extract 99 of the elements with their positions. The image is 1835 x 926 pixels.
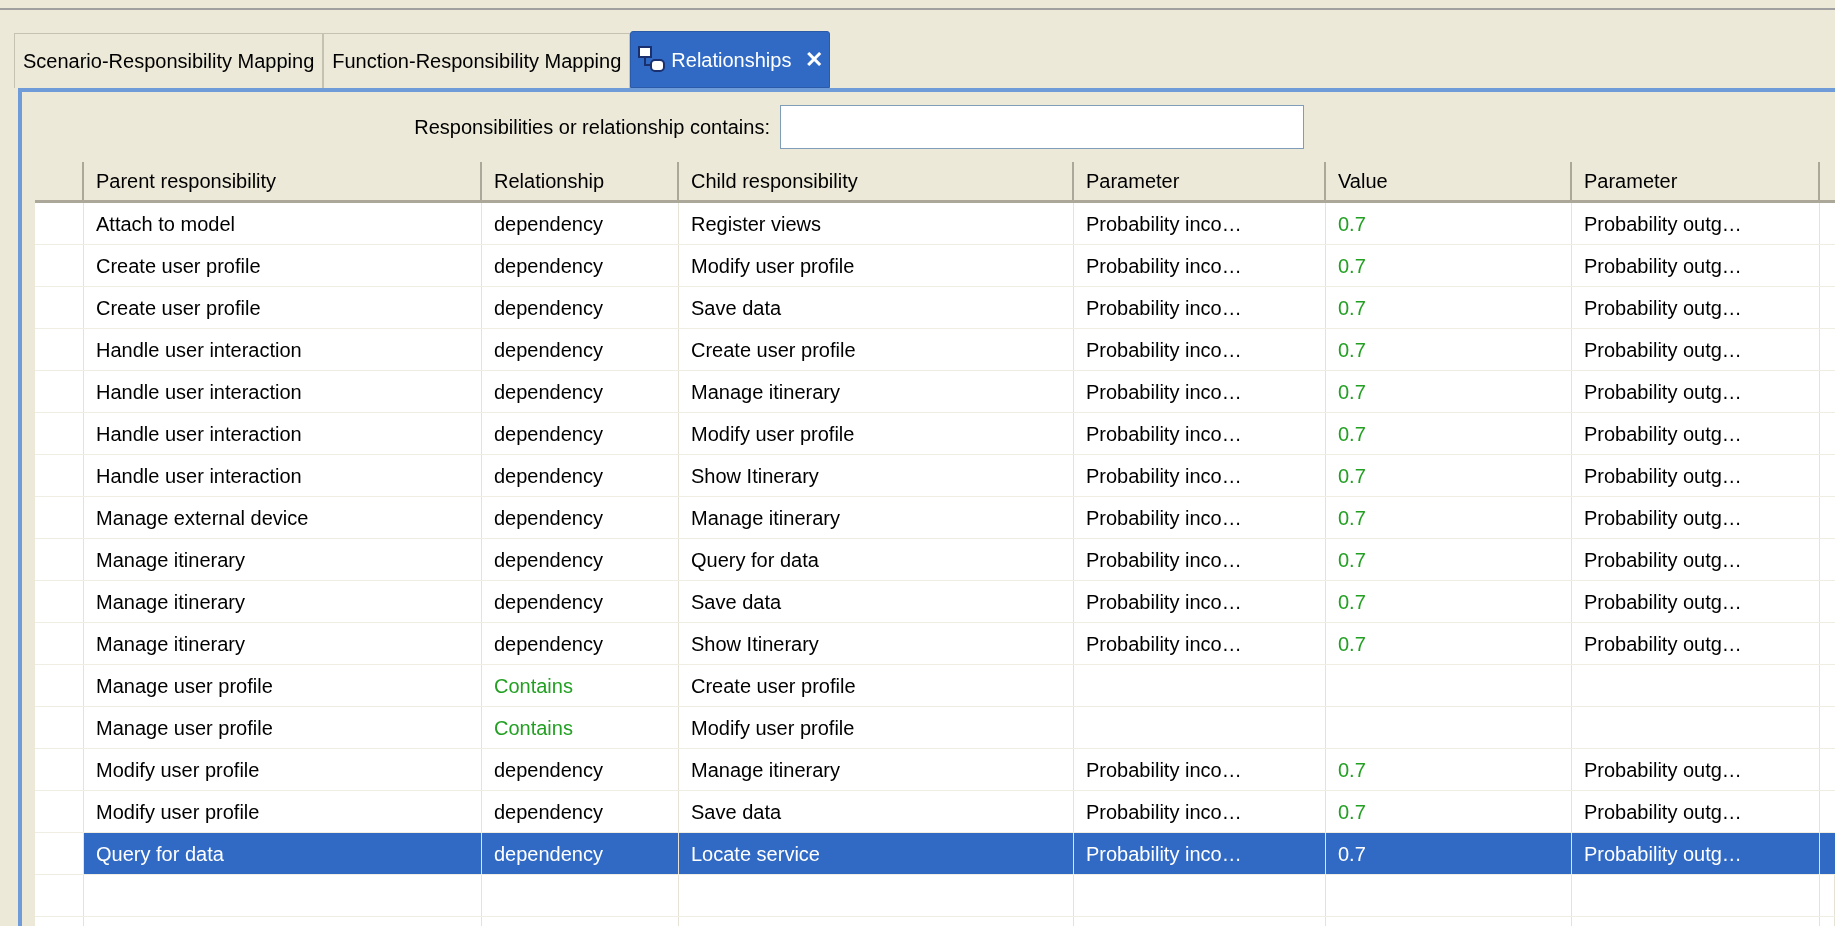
column-header[interactable]: Parent responsibility <box>84 162 482 200</box>
column-header[interactable]: Child responsibility <box>679 162 1074 200</box>
column-header[interactable]: Value <box>1326 162 1572 200</box>
tab[interactable]: Scenario-Responsibility Mapping <box>14 33 324 88</box>
table-cell: Save data <box>679 287 1074 328</box>
table-cell: Probability inco… <box>1074 203 1326 244</box>
table-row[interactable]: Manage external device dependency Manage itinerary Probability inco… 0.7 Probability outg… <box>35 497 1835 539</box>
table-cell: Manage itinerary <box>84 623 482 664</box>
table-cell: Probability inco… <box>1074 413 1326 454</box>
table-cell: 0.7 <box>1326 455 1572 496</box>
table-cell: Contains <box>482 707 679 748</box>
table-row[interactable]: Modify user profile dependency Manage itinerary Probability inco… 0.7 Probability outg… <box>35 749 1835 791</box>
column-header[interactable]: Parameter <box>1074 162 1326 200</box>
table-cell: dependency <box>482 455 679 496</box>
table-cell: 0.7 <box>1326 539 1572 580</box>
table-cell: Modify user profile <box>679 413 1074 454</box>
table-cell: Create user profile <box>679 329 1074 370</box>
table-cell: dependency <box>482 581 679 622</box>
table-row[interactable]: Handle user interaction dependency Show Itinerary Probability inco… 0.7 Probability outg… <box>35 455 1835 497</box>
table-cell: 0.7 <box>1326 203 1572 244</box>
close-icon[interactable]: ✕ <box>805 43 824 76</box>
table-cell: Probability inco… <box>1074 371 1326 412</box>
table-cell: 0.7 <box>1326 245 1572 286</box>
table-cell: Manage itinerary <box>84 581 482 622</box>
table-cell: Probability inco… <box>1074 539 1326 580</box>
table-cell: Handle user interaction <box>84 371 482 412</box>
table-cell: 0.7 <box>1326 371 1572 412</box>
table-cell: Manage external device <box>84 497 482 538</box>
table-cell: dependency <box>482 791 679 832</box>
table-cell: Probability inco… <box>1074 245 1326 286</box>
table-cell: 0.7 <box>1326 329 1572 370</box>
table-cell: Handle user interaction <box>84 455 482 496</box>
table-cell: 0.7 <box>1326 749 1572 790</box>
table-cell: Manage itinerary <box>84 539 482 580</box>
table-cell: Probability inco… <box>1074 455 1326 496</box>
table-row[interactable]: Manage itinerary dependency Show Itinerary Probability inco… 0.7 Probability outg… <box>35 623 1835 665</box>
table-cell: Create user profile <box>679 665 1074 706</box>
tab[interactable]: Function-Responsibility Mapping <box>323 33 631 88</box>
table-cell: dependency <box>482 371 679 412</box>
filter-label: Responsibilities or relationship contains: <box>414 115 770 140</box>
table-row[interactable]: Manage itinerary dependency Query for data Probability inco… 0.7 Probability outg… <box>35 539 1835 581</box>
table-cell: Register views <box>679 203 1074 244</box>
table-cell: Probability inco… <box>1074 329 1326 370</box>
filter-field[interactable] <box>780 105 1304 149</box>
table-cell: 0.7 <box>1326 791 1572 832</box>
table-row[interactable]: Handle user interaction dependency Modify user profile Probability inco… 0.7 Probability outg… <box>35 413 1835 455</box>
table-cell: dependency <box>482 413 679 454</box>
diagram-icon <box>637 44 668 75</box>
table-row[interactable]: Create user profile dependency Save data Probability inco… 0.7 Probability outg… <box>35 287 1835 329</box>
table-row[interactable]: Create user profile dependency Modify user profile Probability inco… 0.7 Probability outg… <box>35 245 1835 287</box>
table-cell: Manage itinerary <box>679 497 1074 538</box>
table-cell: 0.7 <box>1326 581 1572 622</box>
table-cell: dependency <box>482 245 679 286</box>
table-cell: Probability inco… <box>1074 581 1326 622</box>
table-cell: dependency <box>482 539 679 580</box>
table-cell: Manage user profile <box>84 707 482 748</box>
table-cell: Contains <box>482 665 679 706</box>
table-row[interactable]: Manage itinerary dependency Save data Probability inco… 0.7 Probability outg… <box>35 581 1835 623</box>
table-row[interactable]: Modify user profile dependency Save data Probability inco… 0.7 Probability outg… <box>35 791 1835 833</box>
tab[interactable]: Relationships ✕ <box>630 31 831 88</box>
table-cell: Probability inco… <box>1074 287 1326 328</box>
table-row[interactable]: Manage user profile Contains Modify user profile <box>35 707 1835 749</box>
table-row[interactable]: Attach to model dependency Register views Probability inco… 0.7 Probability outg… <box>35 203 1835 245</box>
table-cell: 0.7 <box>1326 623 1572 664</box>
table-cell: Probability inco… <box>1074 791 1326 832</box>
table-cell: dependency <box>482 497 679 538</box>
table-cell: 0.7 <box>1326 287 1572 328</box>
table-row[interactable]: Query for data dependency Locate service Probability inco… 0.7 Probability outg… <box>35 833 1835 875</box>
table-cell: Show Itinerary <box>679 455 1074 496</box>
table-cell: Probability inco… <box>1074 623 1326 664</box>
table-cell: Probability inco… <box>1074 749 1326 790</box>
table-cell: Save data <box>679 791 1074 832</box>
table-row[interactable]: Manage user profile Contains Create user profile <box>35 665 1835 707</box>
table-cell: Handle user interaction <box>84 329 482 370</box>
table-cell: dependency <box>482 329 679 370</box>
table-cell: dependency <box>482 749 679 790</box>
table-cell: Manage itinerary <box>679 749 1074 790</box>
table-cell: Create user profile <box>84 245 482 286</box>
table-cell: 0.7 <box>1326 413 1572 454</box>
table-cell: Modify user profile <box>84 749 482 790</box>
table-cell: Attach to model <box>84 203 482 244</box>
table-cell: Modify user profile <box>679 707 1074 748</box>
table-cell: dependency <box>482 287 679 328</box>
table-row[interactable]: Handle user interaction dependency Create user profile Probability inco… 0.7 Probability outg… <box>35 329 1835 371</box>
table-cell: Query for data <box>679 539 1074 580</box>
table-cell: Handle user interaction <box>84 413 482 454</box>
table-cell: Manage itinerary <box>679 371 1074 412</box>
column-header[interactable]: Relationship <box>482 162 679 200</box>
table-cell: Create user profile <box>84 287 482 328</box>
table-cell: Save data <box>679 581 1074 622</box>
table-cell: Modify user profile <box>84 791 482 832</box>
table-cell: dependency <box>482 623 679 664</box>
table-cell: Modify user profile <box>679 245 1074 286</box>
table-row[interactable]: Handle user interaction dependency Manage itinerary Probability inco… 0.7 Probability outg… <box>35 371 1835 413</box>
table-cell: 0.7 <box>1326 497 1572 538</box>
table-cell: Manage user profile <box>84 665 482 706</box>
table-cell: Probability inco… <box>1074 497 1326 538</box>
table-cell: dependency <box>482 203 679 244</box>
table-cell: Show Itinerary <box>679 623 1074 664</box>
